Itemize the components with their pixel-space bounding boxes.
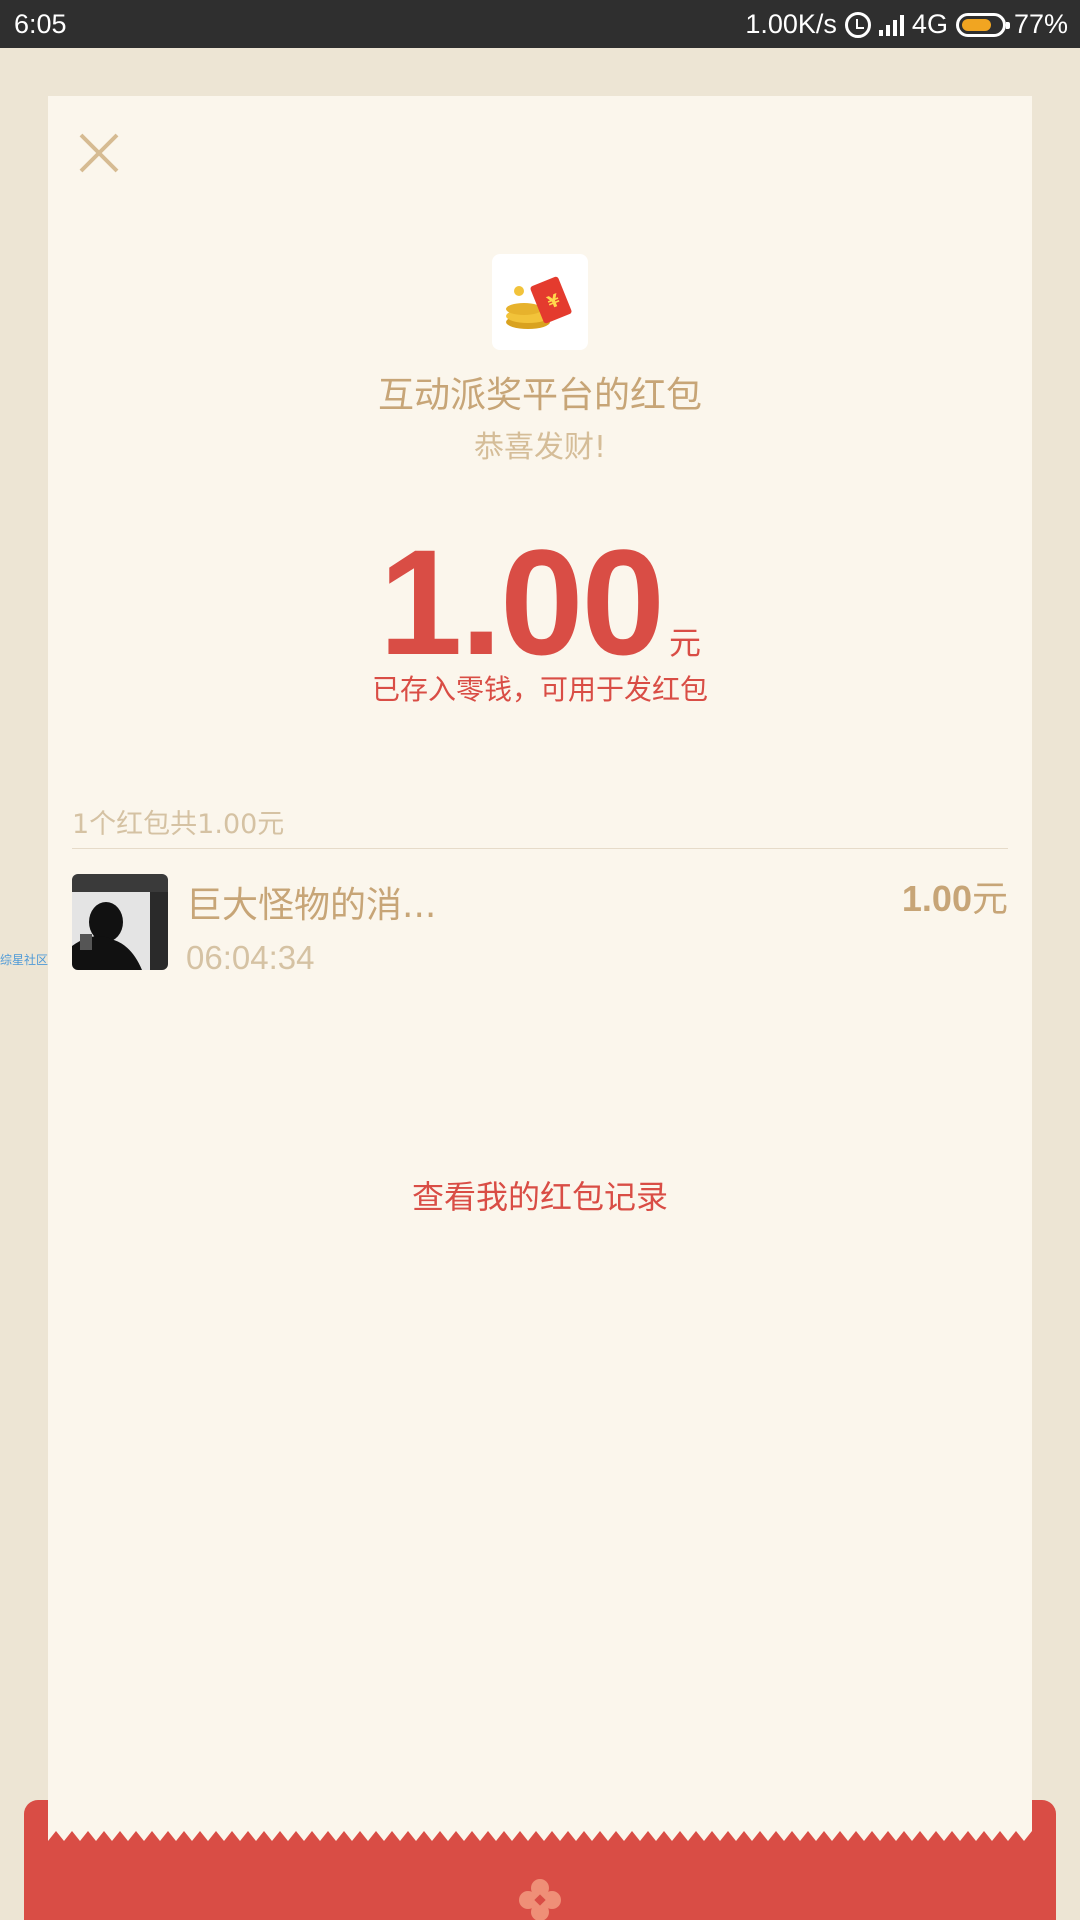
avatar-silhouette-icon — [72, 874, 168, 970]
amount-display: 1.00 元 — [48, 516, 1032, 689]
packet-greeting: 恭喜发财! — [473, 430, 607, 465]
avatar[interactable] — [72, 874, 168, 970]
signal-icon — [878, 14, 904, 36]
divider — [72, 848, 1008, 849]
sender-name: 巨大怪物的消... — [186, 885, 437, 926]
red-packet-detail-card: ¥ 互动派奖平台的红包 恭喜发财! 1.00 元 已存入零钱，可用于发红包 1个红… — [48, 96, 1032, 1841]
record-amount-value: 1.00 — [901, 878, 972, 919]
red-packet-coins-icon: ¥ — [506, 276, 572, 329]
battery-percent: 77% — [1013, 9, 1068, 39]
zigzag-edge — [48, 1831, 1032, 1841]
battery-fill — [961, 18, 992, 31]
record-amount: 1.00元 — [902, 870, 1008, 922]
status-indicators: 1.00K/s 4G 77% — [745, 9, 1068, 40]
network-speed: 1.00K/s — [745, 9, 837, 39]
alarm-icon — [844, 11, 871, 38]
watermark: 综星社区 — [0, 953, 49, 967]
saved-to-balance-note: 已存入零钱，可用于发红包 — [371, 673, 708, 706]
record-amount-unit: 元 — [971, 879, 1008, 920]
status-bar: 6:05 1.00K/s 4G 77% — [0, 0, 1080, 48]
battery-icon — [955, 12, 1010, 37]
packet-title: 互动派奖平台的红包 — [377, 375, 702, 416]
records-summary: 1个红包共1.00元 — [72, 809, 285, 840]
record-time: 06:04:34 — [186, 939, 315, 976]
amount-unit: 元 — [668, 624, 701, 662]
flower-icon — [519, 1879, 561, 1920]
app-logo: ¥ — [492, 254, 588, 350]
amount-value: 1.00 — [379, 518, 665, 686]
status-time: 6:05 — [14, 9, 67, 39]
network-type: 4G — [911, 9, 948, 39]
close-icon[interactable] — [78, 132, 120, 174]
view-history-link[interactable]: 查看我的红包记录 — [48, 1172, 1032, 1218]
